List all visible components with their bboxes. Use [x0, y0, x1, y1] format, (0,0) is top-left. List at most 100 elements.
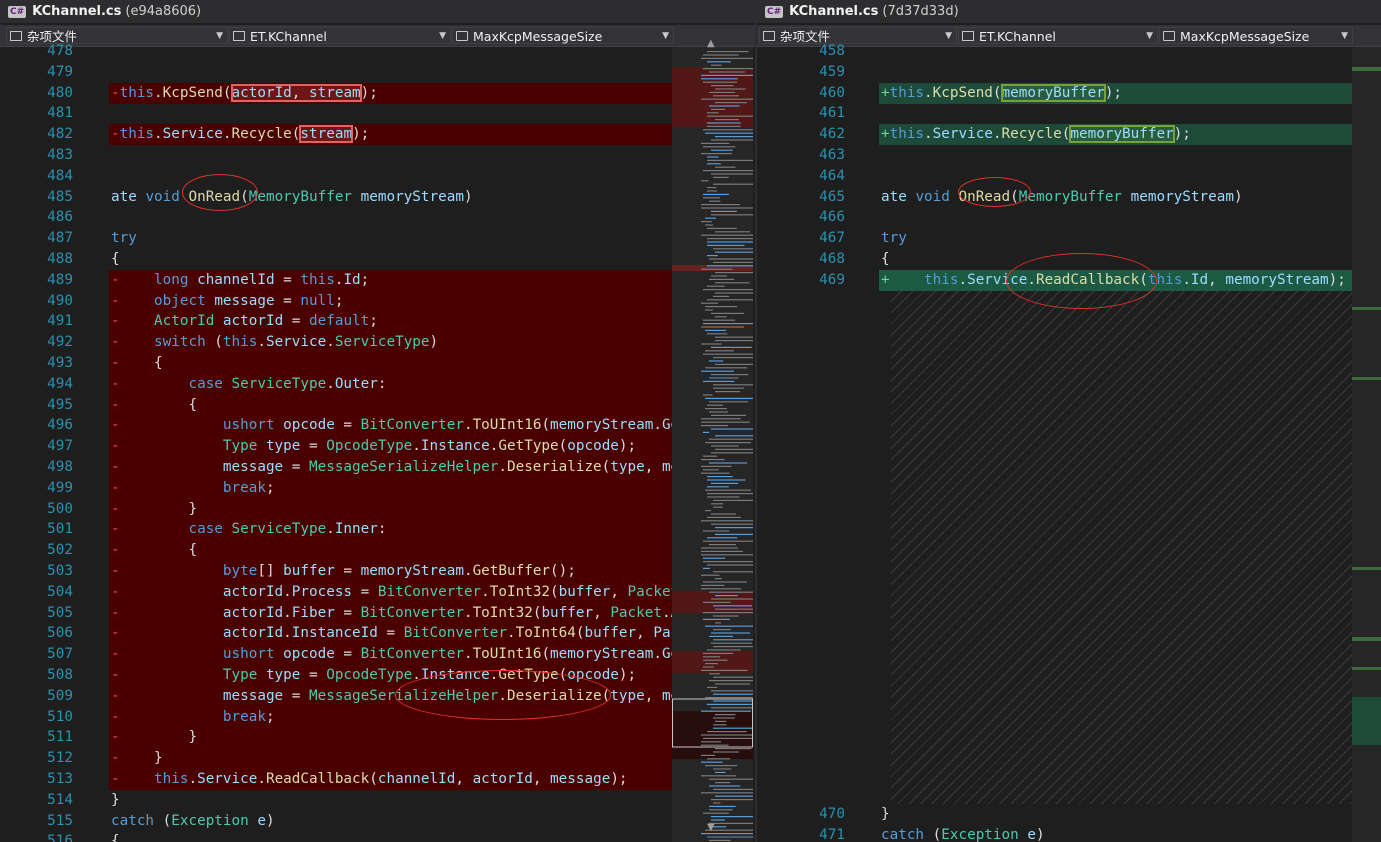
code-line[interactable]: 502 - { [0, 540, 672, 562]
left-minimap[interactable] [672, 47, 755, 842]
collapsed-deletion-hatch [891, 290, 1352, 805]
line-number: 483 [47, 147, 73, 163]
code-line[interactable]: 479 [0, 62, 672, 83]
code-line[interactable]: 486 [0, 207, 672, 228]
line-number: 467 [819, 230, 845, 247]
code-line[interactable]: 515 catch (Exception e) [0, 811, 672, 832]
code-line[interactable]: 458 [757, 41, 1352, 62]
code-line[interactable]: 491 - ActorId actorId = default; [0, 311, 672, 333]
line-number: 478 [47, 43, 73, 59]
code-text: catch (Exception e) [111, 812, 275, 829]
code-line[interactable]: 497 - Type type = OpcodeType.Instance.Get… [0, 436, 672, 458]
code-line[interactable]: 466 [757, 207, 1352, 228]
code-line[interactable]: 495 - { [0, 394, 672, 416]
code-line[interactable]: 493 - { [0, 353, 672, 374]
code-line[interactable]: 512 - } [0, 748, 672, 770]
code-text: -this.KcpSend(actorId, stream); [111, 83, 378, 102]
code-text: - switch (this.Service.ServiceType) [111, 334, 439, 351]
code-line[interactable]: 488 { [0, 249, 672, 270]
right-tab-hash: (7d37d33d) [882, 4, 959, 19]
code-line[interactable]: 463 [757, 145, 1352, 166]
left-tab-file: KChannel.cs [32, 4, 122, 19]
right-diff-pane[interactable]: C# KChannel.cs (7d37d33d) 杂项文件 ▼ ET.KChann… [757, 0, 1381, 842]
code-line[interactable]: 478 [0, 41, 672, 62]
scroll-up-arrow-icon[interactable]: ▲ [707, 38, 715, 49]
code-line[interactable]: 471 catch (Exception e) [757, 825, 1352, 842]
line-number: 462 [819, 126, 845, 143]
deleted-line-highlight [109, 353, 672, 374]
code-line[interactable]: 500 - } [0, 498, 672, 520]
line-number: 500 [47, 500, 73, 517]
code-line[interactable]: 465 ate void OnRead(MemoryBuffer memorySt… [757, 187, 1352, 208]
deleted-line-highlight [109, 748, 672, 770]
line-number: 468 [819, 251, 845, 267]
left-tab-bar: C# KChannel.cs (e94a8606) [0, 0, 755, 23]
code-text: - long channelId = this.Id; [111, 271, 370, 288]
line-number: 497 [47, 438, 73, 455]
code-line[interactable]: 464 [757, 166, 1352, 187]
line-number: 460 [819, 84, 845, 101]
code-text: -this.Service.Recycle(stream); [111, 125, 370, 144]
code-line[interactable]: 467 try [757, 228, 1352, 249]
code-text: try [111, 230, 137, 247]
code-line[interactable]: 492 - switch (this.Service.ServiceType) [0, 332, 672, 354]
code-text: - } [111, 500, 198, 517]
code-text: { [111, 833, 120, 842]
code-line[interactable]: 505 - actorId.Fiber = BitConverter.ToInt3… [0, 602, 688, 624]
line-number: 465 [819, 188, 845, 205]
code-line[interactable]: 480 -this.KcpSend(actorId, stream); [0, 82, 672, 104]
code-text: - { [111, 355, 163, 371]
scroll-down-arrow-icon[interactable]: ▼ [707, 822, 715, 833]
member-icon [456, 31, 468, 41]
line-number: 479 [47, 63, 73, 80]
code-line[interactable]: 487 try [0, 228, 672, 249]
code-text: - { [111, 542, 198, 559]
code-line[interactable]: 462 +this.Service.Recycle(memoryBuffer); [757, 124, 1352, 146]
code-line[interactable]: 485 ate void OnRead(MemoryBuffer memorySt… [0, 187, 672, 208]
right-file-tab[interactable]: C# KChannel.cs (7d37d33d) [757, 0, 971, 23]
code-line[interactable]: 496 - ushort opcode = BitConverter.ToUInt… [0, 415, 688, 437]
code-line[interactable]: 514} [0, 790, 672, 811]
line-number: 508 [47, 667, 73, 683]
code-line[interactable]: 499 - break; [0, 477, 672, 499]
left-code-editor[interactable]: 478 479 480 -this.KcpSend(actorId, stream);… [0, 43, 755, 842]
code-text: } [111, 791, 120, 808]
minimap-preview [1352, 67, 1381, 745]
code-line[interactable]: 484 [0, 166, 672, 187]
code-line[interactable]: 489 - long channelId = this.Id; [0, 269, 672, 291]
line-number: 481 [47, 105, 73, 122]
left-file-tab[interactable]: C# KChannel.cs (e94a8606) [0, 0, 213, 23]
code-line[interactable]: 498 - message = MessageSerializeHelper.De… [0, 457, 688, 478]
line-number: 498 [47, 459, 73, 475]
code-line[interactable]: 507 - ushort opcode = BitConverter.ToUInt… [0, 644, 688, 666]
code-line[interactable]: 459 [757, 62, 1352, 83]
line-number: 466 [819, 209, 845, 226]
line-number: 488 [47, 251, 73, 267]
code-line[interactable]: 511 - } [0, 727, 672, 749]
code-line[interactable]: 461 [757, 103, 1352, 124]
left-diff-pane[interactable]: C# KChannel.cs (e94a8606) 杂项文件 ▼ ET.KChann… [0, 0, 755, 842]
code-text: ate void OnRead(MemoryBuffer memoryStrea… [111, 188, 473, 205]
code-line[interactable]: 506 - actorId.InstanceId = BitConverter.T… [0, 623, 688, 645]
code-line[interactable]: 513 - this.Service.ReadCallback(channelId… [0, 769, 672, 790]
annotation-ellipse [182, 174, 258, 211]
line-number: 487 [47, 230, 73, 247]
code-line[interactable]: 482 -this.Service.Recycle(stream); [0, 124, 672, 146]
code-line[interactable]: 460 +this.KcpSend(memoryBuffer); [757, 82, 1352, 104]
code-text: - } [111, 750, 163, 767]
right-minimap[interactable] [1352, 47, 1381, 842]
code-line[interactable]: 504 - actorId.Process = BitConverter.ToIn… [0, 581, 688, 603]
code-line[interactable]: 503 - byte[] buffer = memoryStream.GetBuf… [0, 561, 672, 582]
line-number: 491 [47, 313, 73, 330]
code-line[interactable]: 490 - object message = null; [0, 290, 672, 312]
code-text: ate void OnRead(MemoryBuffer memoryStrea… [881, 188, 1243, 205]
code-line[interactable]: 501 - case ServiceType.Inner: [0, 519, 672, 541]
line-number: 458 [819, 43, 845, 59]
code-line[interactable]: 483 [0, 145, 672, 166]
code-line[interactable]: 516 { [0, 831, 672, 842]
code-line[interactable]: 494 - case ServiceType.Outer: [0, 373, 672, 395]
right-code-editor[interactable]: 458 459 460 +this.KcpSend(memoryBuffer); 461… [757, 43, 1381, 842]
project-icon [763, 31, 775, 41]
code-line[interactable]: 470} [757, 804, 1352, 825]
code-line[interactable]: 481 [0, 103, 672, 124]
